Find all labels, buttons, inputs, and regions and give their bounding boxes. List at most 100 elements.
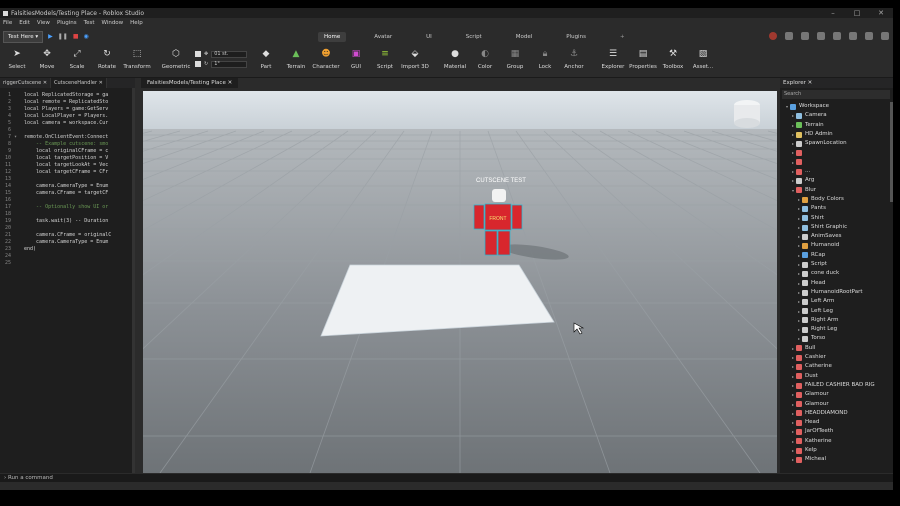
- explorer-item[interactable]: ▸ HD Admin: [780, 130, 893, 139]
- explorer-item[interactable]: ▸ FAILED CASHIER BAD RIG: [780, 381, 893, 390]
- explorer-scrollbar[interactable]: [890, 102, 893, 202]
- play-options-icon[interactable]: ◉: [84, 33, 89, 40]
- explorer-item[interactable]: ▸ HEADDIAMOND: [780, 409, 893, 418]
- viewport-tab[interactable]: FalsitiesModels/Testing Place ✕: [141, 78, 239, 88]
- rig-right-arm[interactable]: [511, 204, 523, 230]
- tab-ui[interactable]: UI: [420, 32, 438, 42]
- explorer-item[interactable]: ▸ Dust: [780, 372, 893, 381]
- tab-plugins[interactable]: Plugins: [560, 32, 592, 42]
- explorer-item[interactable]: ▸ Arg: [780, 176, 893, 185]
- rig-left-arm[interactable]: [473, 204, 485, 230]
- rig-right-leg[interactable]: [497, 230, 511, 256]
- explorer-item[interactable]: ▸ JarOfTeeth: [780, 427, 893, 436]
- explorer-item[interactable]: ▸ Catherine: [780, 362, 893, 371]
- menu-item-view[interactable]: View: [37, 20, 50, 26]
- 3d-viewport[interactable]: CUTSCENE TEST FRONT: [143, 91, 777, 473]
- stop-icon[interactable]: ■: [73, 33, 79, 40]
- tool-move[interactable]: ✥ Move: [30, 48, 64, 70]
- collaborators-icon[interactable]: [801, 32, 809, 40]
- rig-left-leg[interactable]: [484, 230, 498, 256]
- explorer-item[interactable]: ▸ Shirt: [780, 214, 893, 223]
- publish-icon[interactable]: [833, 32, 841, 40]
- explorer-item[interactable]: ▸ Head: [780, 279, 893, 288]
- script-tab[interactable]: CutsceneHandler ✕: [51, 78, 107, 88]
- explorer-item[interactable]: ▸ Camera: [780, 111, 893, 120]
- explorer-item[interactable]: ▾ Workspace: [780, 102, 893, 111]
- editor-scrollbar[interactable]: [132, 88, 135, 473]
- tool-group[interactable]: ▦ Group: [498, 48, 532, 70]
- maximize-icon[interactable]: □: [845, 9, 869, 17]
- explorer-item[interactable]: ▸ Glamour: [780, 400, 893, 409]
- tool-terrain[interactable]: ▲ Terrain: [279, 48, 313, 70]
- tool-geometric[interactable]: ⬡ Geometric: [159, 48, 193, 70]
- explorer-item[interactable]: ▸ Terrain: [780, 121, 893, 130]
- tool-material[interactable]: ● Material: [438, 48, 472, 70]
- explorer-item[interactable]: ▸ cone duck: [780, 269, 893, 278]
- tool-explorer[interactable]: ☰ Explorer: [596, 48, 630, 70]
- explorer-item[interactable]: ▸ RCap: [780, 251, 893, 260]
- tool-scale[interactable]: ⤢ Scale: [60, 48, 94, 70]
- tool-select[interactable]: ➤ Select: [0, 48, 34, 70]
- tool-transform[interactable]: ⬚ Transform: [120, 48, 154, 70]
- tool-import-3d[interactable]: ⬙ Import 3D: [398, 48, 432, 70]
- notifications-icon[interactable]: [785, 32, 793, 40]
- explorer-item[interactable]: ▸ Right Leg: [780, 325, 893, 334]
- cloud-icon[interactable]: [849, 32, 857, 40]
- explorer-item[interactable]: ▸ Glamour: [780, 390, 893, 399]
- explorer-item[interactable]: ▸ Script: [780, 260, 893, 269]
- rig-head[interactable]: [492, 189, 506, 202]
- rotate-snap-input[interactable]: 1°: [211, 60, 248, 68]
- menu-item-plugins[interactable]: Plugins: [57, 20, 77, 26]
- close-icon[interactable]: ✕: [97, 80, 103, 86]
- explorer-item[interactable]: ▸...: [780, 167, 893, 176]
- tool-anchor[interactable]: ⚓︎ Anchor: [557, 48, 591, 70]
- bell-icon[interactable]: [865, 32, 873, 40]
- add-tab-button[interactable]: +: [614, 32, 631, 42]
- code-area[interactable]: 1 local ReplicatedStorage = ga 2 local remo…: [0, 92, 133, 267]
- minimize-icon[interactable]: –: [821, 9, 845, 17]
- tool-part[interactable]: ◆ Part: [249, 48, 283, 70]
- viewport-scene[interactable]: CUTSCENE TEST FRONT: [143, 91, 777, 473]
- pause-icon[interactable]: ❚❚: [58, 33, 68, 40]
- explorer-item[interactable]: ▸: [780, 158, 893, 167]
- tool-character[interactable]: ☻ Character: [309, 48, 343, 70]
- explorer-item[interactable]: ▸ Katherine: [780, 437, 893, 446]
- tool-asset[interactable]: ▧ Asset...: [686, 48, 720, 70]
- explorer-item[interactable]: ▸ AnimSaves: [780, 232, 893, 241]
- tab-model[interactable]: Model: [510, 32, 539, 42]
- tool-script[interactable]: ≡ Script: [368, 48, 402, 70]
- menu-item-window[interactable]: Window: [101, 20, 123, 26]
- move-snap-input[interactable]: 01 st.: [211, 50, 248, 58]
- tool-rotate[interactable]: ↻ Rotate: [90, 48, 124, 70]
- explorer-item[interactable]: ▸ HumanoidRootPart: [780, 288, 893, 297]
- explorer-item[interactable]: ▸: [780, 148, 893, 157]
- explorer-item[interactable]: ▸ Left Leg: [780, 307, 893, 316]
- command-bar[interactable]: › Run a command: [0, 474, 893, 482]
- menu-item-help[interactable]: Help: [130, 20, 143, 26]
- script-tab[interactable]: riggerCutscene ✕: [0, 78, 52, 88]
- explorer-item[interactable]: ▸ Pants: [780, 204, 893, 213]
- explorer-item[interactable]: ▸ Body Colors: [780, 195, 893, 204]
- explorer-item[interactable]: ▸ Shirt Graphic: [780, 223, 893, 232]
- close-icon[interactable]: ✕: [869, 9, 893, 17]
- tool-properties[interactable]: ▤ Properties: [626, 48, 660, 70]
- explorer-item[interactable]: ▸ Kelp: [780, 446, 893, 455]
- settings-icon[interactable]: [881, 32, 889, 40]
- move-snap-checkbox[interactable]: [195, 51, 201, 57]
- play-icon[interactable]: ▶: [48, 33, 53, 40]
- explorer-item[interactable]: ▾ Blur: [780, 186, 893, 195]
- menu-item-edit[interactable]: Edit: [19, 20, 30, 26]
- rotate-snap-checkbox[interactable]: [195, 61, 201, 67]
- explorer-item[interactable]: ▸ Right Arm: [780, 316, 893, 325]
- tool-toolbox[interactable]: ⚒ Toolbox: [656, 48, 690, 70]
- explorer-item[interactable]: ▸ Micheal: [780, 455, 893, 464]
- explorer-item[interactable]: ▸ Left Arm: [780, 297, 893, 306]
- share-icon[interactable]: [817, 32, 825, 40]
- explorer-item[interactable]: ▸ Humanoid: [780, 241, 893, 250]
- close-icon[interactable]: ✕: [41, 80, 47, 86]
- explorer-item[interactable]: ▸ Head: [780, 418, 893, 427]
- menu-item-test[interactable]: Test: [84, 20, 95, 26]
- tab-home[interactable]: Home: [318, 31, 347, 42]
- test-target-dropdown[interactable]: Test Here ▾: [3, 30, 44, 43]
- tab-script[interactable]: Script: [460, 32, 488, 42]
